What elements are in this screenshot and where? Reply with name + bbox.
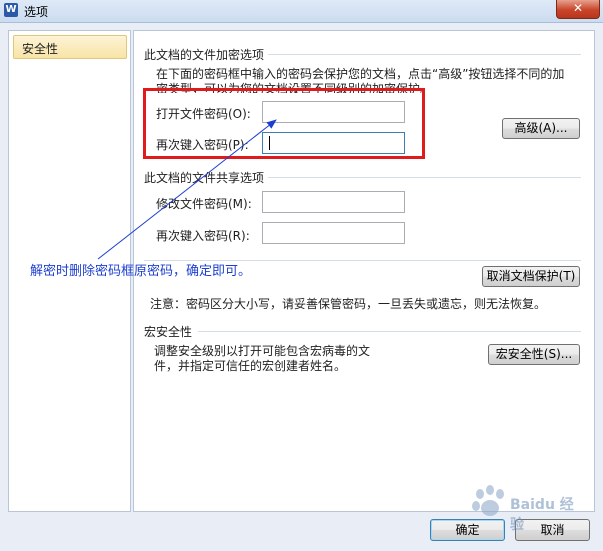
annotation-text: 解密时删除密码框原密码，确定即可。 — [30, 264, 252, 279]
watermark-text: Baidu 经验 — [510, 497, 574, 533]
baidu-watermark: Baidu 经验 — [462, 480, 582, 533]
